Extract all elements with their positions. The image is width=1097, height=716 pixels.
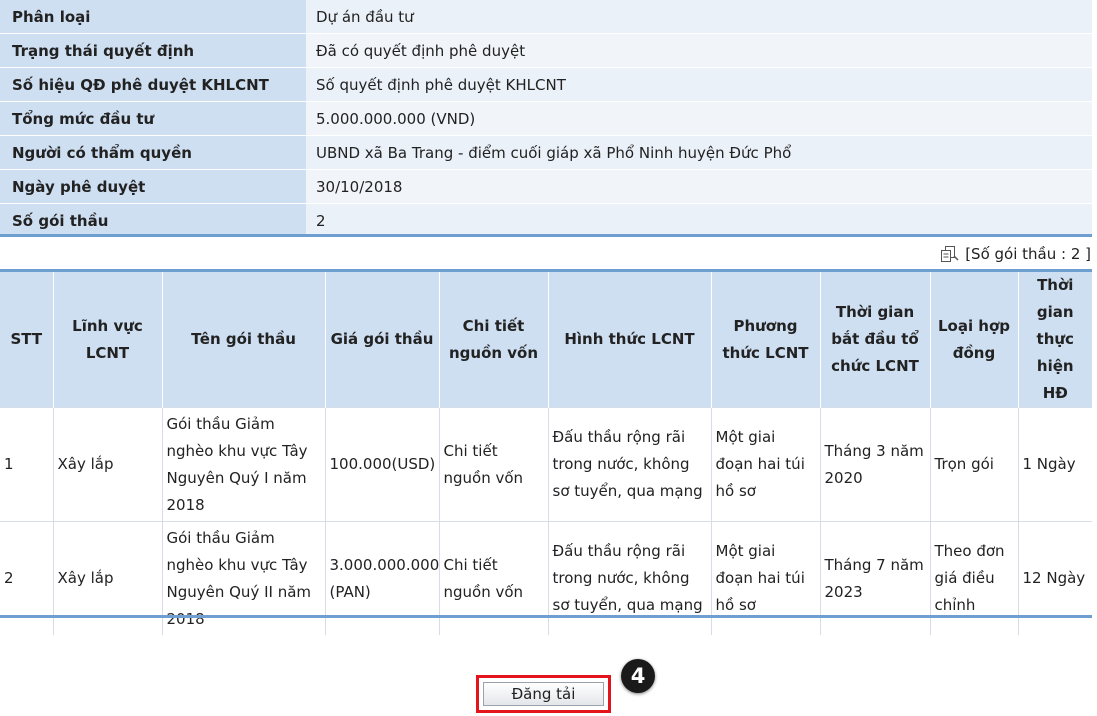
info-label: Ngày phê duyệt <box>0 169 306 204</box>
info-label: Số gói thầu <box>0 203 306 238</box>
package-count-label: [Số gói thầu : 2 ] <box>965 245 1091 263</box>
info-row: Phân loại Dự án đầu tư <box>0 0 1092 34</box>
cell-stt: 1 <box>0 407 54 522</box>
cell-name: Gói thầu Giảm nghèo khu vực Tây Nguyên Q… <box>162 407 326 522</box>
column-header-stt: STT <box>0 272 54 408</box>
divider <box>0 615 1092 618</box>
package-count: [Số gói thầu : 2 ] <box>941 242 1091 266</box>
info-label: Trạng thái quyết định <box>0 33 306 68</box>
info-value: 5.000.000.000 (VND) <box>306 101 1092 136</box>
info-value: UBND xã Ba Trang - điểm cuối giáp xã Phổ… <box>306 135 1092 170</box>
info-label: Tổng mức đầu tư <box>0 101 306 136</box>
cell-start-time: Tháng 3 năm 2020 <box>820 407 931 522</box>
info-table: Phân loại Dự án đầu tư Trạng thái quyết đ… <box>0 0 1092 238</box>
column-header-field: Lĩnh vực LCNT <box>53 272 163 408</box>
column-header-start-time: Thời gian bắt đầu tổ chức LCNT <box>820 272 931 408</box>
info-value: 30/10/2018 <box>306 169 1092 204</box>
column-header-funding: Chi tiết nguồn vốn <box>439 272 549 408</box>
cell-funding: Chi tiết nguồn vốn <box>439 407 549 522</box>
divider <box>0 234 1092 237</box>
info-row: Trạng thái quyết định Đã có quyết định ph… <box>0 33 1092 68</box>
info-row: Số gói thầu 2 <box>0 203 1092 238</box>
info-value: 2 <box>306 203 1092 238</box>
column-header-mode: Phương thức LCNT <box>711 272 821 408</box>
cell-method: Đấu thầu rộng rãi trong nước, không sơ t… <box>548 407 712 522</box>
table-row: 1 Xây lắp Gói thầu Giảm nghèo khu vực Tâ… <box>0 407 1092 522</box>
package-table: STT Lĩnh vực LCNT Tên gói thầu Giá gói t… <box>0 272 1092 635</box>
post-button[interactable]: Đăng tải <box>483 682 604 706</box>
column-header-duration: Thời gian thực hiện HĐ <box>1018 272 1092 408</box>
column-header-contract-type: Loại hợp đồng <box>930 272 1019 408</box>
info-row: Số hiệu QĐ phê duyệt KHLCNT Số quyết định… <box>0 67 1092 102</box>
column-header-price: Giá gói thầu <box>325 272 440 408</box>
table-header-row: STT Lĩnh vực LCNT Tên gói thầu Giá gói t… <box>0 272 1092 408</box>
cell-field: Xây lắp <box>53 407 163 522</box>
info-label: Người có thẩm quyền <box>0 135 306 170</box>
post-button-highlight: Đăng tải <box>476 675 611 713</box>
cell-duration: 1 Ngày <box>1018 407 1092 522</box>
cell-mode: Một giai đoạn hai túi hồ sơ <box>711 407 821 522</box>
info-value: Đã có quyết định phê duyệt <box>306 33 1092 68</box>
info-value: Số quyết định phê duyệt KHLCNT <box>306 67 1092 102</box>
column-header-method: Hình thức LCNT <box>548 272 712 408</box>
column-header-name: Tên gói thầu <box>162 272 326 408</box>
cell-contract-type: Trọn gói <box>930 407 1019 522</box>
info-row: Tổng mức đầu tư 5.000.000.000 (VND) <box>0 101 1092 136</box>
cell-price: 100.000(USD) <box>325 407 440 522</box>
info-row: Ngày phê duyệt 30/10/2018 <box>0 169 1092 204</box>
info-value: Dự án đầu tư <box>306 0 1092 34</box>
info-label: Số hiệu QĐ phê duyệt KHLCNT <box>0 67 306 102</box>
info-label: Phân loại <box>0 0 306 34</box>
info-row: Người có thẩm quyền UBND xã Ba Trang - đi… <box>0 135 1092 170</box>
document-icon <box>941 246 959 262</box>
step-badge: 4 <box>621 659 655 693</box>
